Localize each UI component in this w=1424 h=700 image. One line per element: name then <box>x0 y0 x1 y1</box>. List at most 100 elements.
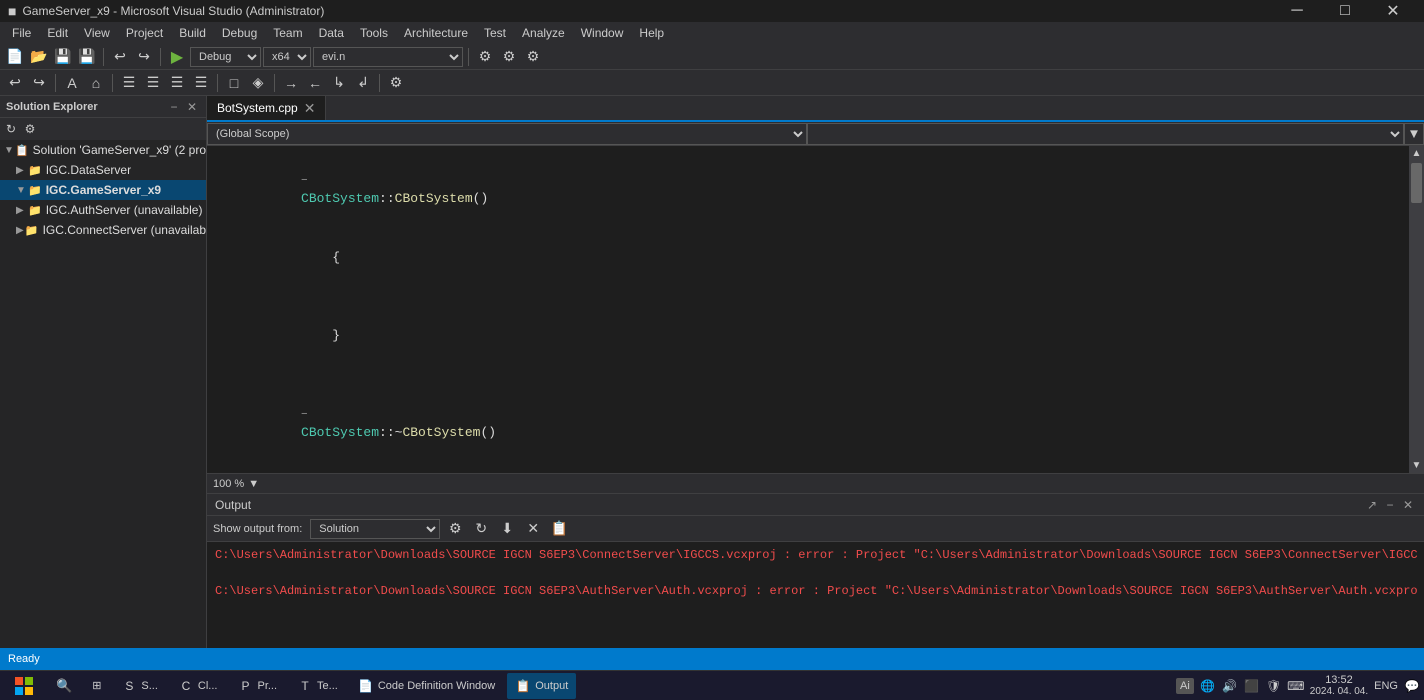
minimize-button[interactable]: ─ <box>1274 0 1320 22</box>
se-sync-btn[interactable]: ↻ <box>2 120 20 138</box>
keyboard-icon[interactable]: ⌨ <box>1288 678 1304 694</box>
se-close-btn[interactable]: ✕ <box>184 99 200 115</box>
output-copy-btn[interactable]: ↻ <box>470 518 492 540</box>
menu-architecture[interactable]: Architecture <box>396 22 476 44</box>
output-source-select[interactable]: Solution Build Debug <box>310 519 440 539</box>
title-bar-text: GameServer_x9 - Microsoft Visual Studio … <box>22 4 324 18</box>
tree-connectserver[interactable]: ▶ 📁 IGC.ConnectServer (unavailab <box>0 220 206 240</box>
tb2-13[interactable]: ↳ <box>328 72 350 94</box>
scroll-thumb[interactable] <box>1411 163 1422 203</box>
toolbar-extra2[interactable]: ⚙ <box>498 46 520 68</box>
se-prop-btn[interactable]: ⚙ <box>21 120 39 138</box>
zoom-dropdown-icon[interactable]: ▼ <box>248 478 259 490</box>
menu-build[interactable]: Build <box>171 22 214 44</box>
target-select[interactable]: evi.n <box>313 47 463 67</box>
taskbar-app-s[interactable]: S S... <box>113 673 166 699</box>
menu-file[interactable]: File <box>4 22 39 44</box>
nav-scope-dropdown[interactable]: (Global Scope) <box>207 123 807 145</box>
menu-tools[interactable]: Tools <box>352 22 396 44</box>
authserver-arrow: ▶ <box>16 205 28 216</box>
open-btn[interactable]: 📂 <box>28 46 50 68</box>
menu-help[interactable]: Help <box>631 22 672 44</box>
output-next-btn[interactable]: ⬇ <box>496 518 518 540</box>
taskbar-taskview-btn[interactable]: ⊞ <box>84 673 109 699</box>
tb2-14[interactable]: ↲ <box>352 72 374 94</box>
tree-solution[interactable]: ▼ 📋 Solution 'GameServer_x9' (2 pro <box>0 140 206 160</box>
platform-select[interactable]: x64 x86 <box>263 47 311 67</box>
se-pin-btn[interactable]: − <box>166 99 182 115</box>
taskbar-app-pr[interactable]: P Pr... <box>229 673 285 699</box>
menu-data[interactable]: Data <box>311 22 352 44</box>
maximize-button[interactable]: □ <box>1322 0 1368 22</box>
notification-icon[interactable]: 💬 <box>1404 678 1420 694</box>
menu-analyze[interactable]: Analyze <box>514 22 573 44</box>
menu-window[interactable]: Window <box>573 22 632 44</box>
tb2-7[interactable]: ☰ <box>166 72 188 94</box>
tree-dataserver[interactable]: ▶ 📁 IGC.DataServer <box>0 160 206 180</box>
code-editor[interactable]: − CBotSystem::CBotSystem() { } − CBotSys… <box>207 146 1409 473</box>
taskbar-search-btn[interactable]: 🔍 <box>48 673 80 699</box>
network-icon[interactable]: 🌐 <box>1200 678 1216 694</box>
tb2-6[interactable]: ☰ <box>142 72 164 94</box>
solution-explorer: Solution Explorer − ✕ ↻ ⚙ ▼ 📋 Solution '… <box>0 96 207 648</box>
menu-edit[interactable]: Edit <box>39 22 76 44</box>
volume-icon[interactable]: 🔊 <box>1222 678 1238 694</box>
editor-tab-botsystem[interactable]: BotSystem.cpp ✕ <box>207 96 326 120</box>
output-content[interactable]: C:\Users\Administrator\Downloads\SOURCE … <box>207 542 1424 648</box>
tb2-5[interactable]: ☰ <box>118 72 140 94</box>
debug-config-select[interactable]: Debug Release <box>190 47 261 67</box>
menu-test[interactable]: Test <box>476 22 514 44</box>
toolbar-extra1[interactable]: ⚙ <box>474 46 496 68</box>
start-button[interactable] <box>4 673 44 699</box>
date-display: 2024. 04. 04. <box>1310 686 1368 697</box>
menu-view[interactable]: View <box>76 22 118 44</box>
menu-team[interactable]: Team <box>265 22 310 44</box>
output-float-btn[interactable]: ↗ <box>1364 497 1380 513</box>
menu-project[interactable]: Project <box>118 22 171 44</box>
title-bar-controls: ─ □ ✕ <box>1274 0 1416 22</box>
close-button[interactable]: ✕ <box>1370 0 1416 22</box>
save-btn[interactable]: 💾 <box>52 46 74 68</box>
output-pin-btn[interactable]: − <box>1382 497 1398 513</box>
tb2-4[interactable]: ⌂ <box>85 72 107 94</box>
tb2-3[interactable]: A <box>61 72 83 94</box>
battery-icon[interactable]: ⬛ <box>1244 678 1260 694</box>
start-btn-run[interactable]: ▶ <box>166 46 188 68</box>
tab-close-btn[interactable]: ✕ <box>304 101 316 115</box>
tb2-8[interactable]: ☰ <box>190 72 212 94</box>
menu-debug[interactable]: Debug <box>214 22 265 44</box>
undo-btn[interactable]: ↩ <box>109 46 131 68</box>
taskbar-output-btn[interactable]: 📋 Output <box>507 673 576 699</box>
tb2-2[interactable]: ↪ <box>28 72 50 94</box>
nav-right-btn[interactable]: ▼ <box>1404 123 1424 145</box>
tree-gameserver[interactable]: ▼ 📁 IGC.GameServer_x9 <box>0 180 206 200</box>
tb2-11[interactable]: → <box>280 72 302 94</box>
output-clear-btn[interactable]: ⚙ <box>444 518 466 540</box>
tb2-1[interactable]: ↩ <box>4 72 26 94</box>
scroll-down-arrow[interactable]: ▼ <box>1409 458 1424 473</box>
taskbar-pr-label: Pr... <box>257 680 277 692</box>
clock[interactable]: 13:52 2024. 04. 04. <box>1310 674 1368 697</box>
nav-member-dropdown[interactable] <box>807 123 1404 145</box>
new-project-btn[interactable]: 📄 <box>4 46 26 68</box>
tb2-12[interactable]: ← <box>304 72 326 94</box>
save-all-btn[interactable]: 💾 <box>76 46 98 68</box>
taskbar-codedef-label: Code Definition Window <box>378 680 495 692</box>
collapse-1[interactable]: − <box>301 175 308 187</box>
toolbar-extra3[interactable]: ⚙ <box>522 46 544 68</box>
zoom-bar: 100 % ▼ <box>207 473 1424 493</box>
tb2-10[interactable]: ◈ <box>247 72 269 94</box>
taskbar-code-def-btn[interactable]: 📄 Code Definition Window <box>350 673 503 699</box>
output-wrap-btn[interactable]: 📋 <box>548 518 570 540</box>
shield-icon[interactable]: 🛡 <box>1266 678 1282 694</box>
taskbar-app-te[interactable]: T Te... <box>289 673 346 699</box>
redo-btn[interactable]: ↪ <box>133 46 155 68</box>
taskbar-app-cl[interactable]: C Cl... <box>170 673 226 699</box>
tb2-9[interactable]: □ <box>223 72 245 94</box>
tree-authserver[interactable]: ▶ 📁 IGC.AuthServer (unavailable) <box>0 200 206 220</box>
scroll-up-arrow[interactable]: ▲ <box>1409 146 1424 161</box>
output-prev-btn[interactable]: ✕ <box>522 518 544 540</box>
output-close-btn[interactable]: ✕ <box>1400 497 1416 513</box>
collapse-6[interactable]: − <box>301 409 308 421</box>
tb2-15[interactable]: ⚙ <box>385 72 407 94</box>
